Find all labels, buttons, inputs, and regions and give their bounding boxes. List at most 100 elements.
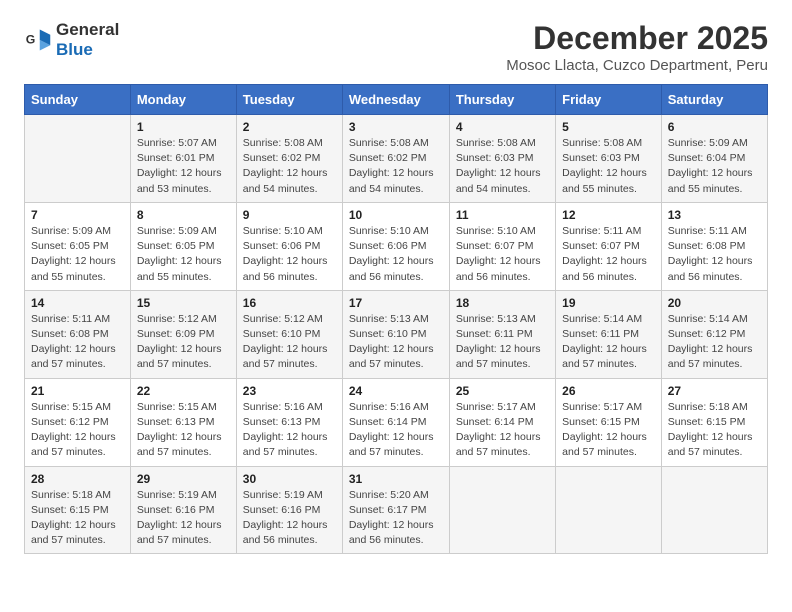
- day-info: Sunrise: 5:10 AMSunset: 6:06 PMDaylight:…: [349, 224, 443, 285]
- logo-blue: Blue: [56, 40, 93, 59]
- calendar-cell: 19 Sunrise: 5:14 AMSunset: 6:11 PMDayligh…: [556, 290, 662, 378]
- day-number: 20: [668, 296, 761, 310]
- calendar-cell: 6 Sunrise: 5:09 AMSunset: 6:04 PMDaylight…: [661, 115, 767, 203]
- calendar-cell: [449, 466, 555, 554]
- day-info: Sunrise: 5:19 AMSunset: 6:16 PMDaylight:…: [137, 488, 230, 549]
- day-number: 31: [349, 472, 443, 486]
- day-number: 15: [137, 296, 230, 310]
- day-info: Sunrise: 5:14 AMSunset: 6:11 PMDaylight:…: [562, 312, 655, 373]
- day-info: Sunrise: 5:11 AMSunset: 6:08 PMDaylight:…: [668, 224, 761, 285]
- day-number: 21: [31, 384, 124, 398]
- calendar-cell: 2 Sunrise: 5:08 AMSunset: 6:02 PMDaylight…: [236, 115, 342, 203]
- day-info: Sunrise: 5:15 AMSunset: 6:12 PMDaylight:…: [31, 400, 124, 461]
- day-number: 17: [349, 296, 443, 310]
- calendar-week-2: 7 Sunrise: 5:09 AMSunset: 6:05 PMDaylight…: [25, 202, 768, 290]
- calendar-cell: 18Sunrise: 5:13 AMSunset: 6:11 PMDayligh…: [449, 290, 555, 378]
- day-info: Sunrise: 5:18 AMSunset: 6:15 PMDaylight:…: [31, 488, 124, 549]
- header-day-monday: Monday: [130, 85, 236, 115]
- subtitle: Mosoc Llacta, Cuzco Department, Peru: [506, 57, 768, 74]
- calendar-week-5: 28 Sunrise: 5:18 AMSunset: 6:15 PMDayligh…: [25, 466, 768, 554]
- day-number: 26: [562, 384, 655, 398]
- header-day-friday: Friday: [556, 85, 662, 115]
- calendar-cell: 26 Sunrise: 5:17 AMSunset: 6:15 PMDayligh…: [556, 378, 662, 466]
- day-number: 4: [456, 120, 549, 134]
- calendar-cell: [25, 115, 131, 203]
- svg-text:G: G: [26, 33, 36, 47]
- day-number: 19: [562, 296, 655, 310]
- calendar-cell: 15 Sunrise: 5:12 AMSunset: 6:09 PMDayligh…: [130, 290, 236, 378]
- day-info: Sunrise: 5:10 AMSunset: 6:07 PMDaylight:…: [456, 224, 549, 285]
- day-info: Sunrise: 5:08 AMSunset: 6:02 PMDaylight:…: [243, 136, 336, 197]
- calendar-cell: 8Sunrise: 5:09 AMSunset: 6:05 PMDaylight…: [130, 202, 236, 290]
- calendar-header-row: SundayMondayTuesdayWednesdayThursdayFrid…: [25, 85, 768, 115]
- day-number: 9: [243, 208, 336, 222]
- day-number: 8: [137, 208, 230, 222]
- day-info: Sunrise: 5:12 AMSunset: 6:10 PMDaylight:…: [243, 312, 336, 373]
- calendar-cell: 5Sunrise: 5:08 AMSunset: 6:03 PMDaylight…: [556, 115, 662, 203]
- day-number: 1: [137, 120, 230, 134]
- day-info: Sunrise: 5:09 AMSunset: 6:04 PMDaylight:…: [668, 136, 761, 197]
- calendar-cell: 11Sunrise: 5:10 AMSunset: 6:07 PMDayligh…: [449, 202, 555, 290]
- day-number: 25: [456, 384, 549, 398]
- calendar-cell: 25Sunrise: 5:17 AMSunset: 6:14 PMDayligh…: [449, 378, 555, 466]
- day-info: Sunrise: 5:20 AMSunset: 6:17 PMDaylight:…: [349, 488, 443, 549]
- day-number: 6: [668, 120, 761, 134]
- calendar-cell: 10 Sunrise: 5:10 AMSunset: 6:06 PMDayligh…: [342, 202, 449, 290]
- calendar-cell: 29 Sunrise: 5:19 AMSunset: 6:16 PMDayligh…: [130, 466, 236, 554]
- day-info: Sunrise: 5:12 AMSunset: 6:09 PMDaylight:…: [137, 312, 230, 373]
- day-info: Sunrise: 5:09 AMSunset: 6:05 PMDaylight:…: [31, 224, 124, 285]
- day-info: Sunrise: 5:14 AMSunset: 6:12 PMDaylight:…: [668, 312, 761, 373]
- day-info: Sunrise: 5:16 AMSunset: 6:14 PMDaylight:…: [349, 400, 443, 461]
- day-info: Sunrise: 5:18 AMSunset: 6:15 PMDaylight:…: [668, 400, 761, 461]
- day-info: Sunrise: 5:08 AMSunset: 6:02 PMDaylight:…: [349, 136, 443, 197]
- header-day-wednesday: Wednesday: [342, 85, 449, 115]
- calendar-table: SundayMondayTuesdayWednesdayThursdayFrid…: [24, 84, 768, 554]
- day-number: 10: [349, 208, 443, 222]
- day-info: Sunrise: 5:08 AMSunset: 6:03 PMDaylight:…: [562, 136, 655, 197]
- day-number: 29: [137, 472, 230, 486]
- calendar-cell: 24Sunrise: 5:16 AMSunset: 6:14 PMDayligh…: [342, 378, 449, 466]
- day-info: Sunrise: 5:19 AMSunset: 6:16 PMDaylight:…: [243, 488, 336, 549]
- title-area: December 2025 Mosoc Llacta, Cuzco Depart…: [506, 20, 768, 74]
- logo-icon: G: [24, 26, 52, 54]
- calendar-cell: 27 Sunrise: 5:18 AMSunset: 6:15 PMDayligh…: [661, 378, 767, 466]
- day-number: 2: [243, 120, 336, 134]
- calendar-week-1: 1 Sunrise: 5:07 AMSunset: 6:01 PMDaylight…: [25, 115, 768, 203]
- day-info: Sunrise: 5:07 AMSunset: 6:01 PMDaylight:…: [137, 136, 230, 197]
- header-day-thursday: Thursday: [449, 85, 555, 115]
- day-number: 3: [349, 120, 443, 134]
- day-info: Sunrise: 5:17 AMSunset: 6:15 PMDaylight:…: [562, 400, 655, 461]
- day-number: 30: [243, 472, 336, 486]
- calendar-cell: 13 Sunrise: 5:11 AMSunset: 6:08 PMDayligh…: [661, 202, 767, 290]
- calendar-week-3: 14 Sunrise: 5:11 AMSunset: 6:08 PMDayligh…: [25, 290, 768, 378]
- calendar-cell: 12Sunrise: 5:11 AMSunset: 6:07 PMDayligh…: [556, 202, 662, 290]
- day-number: 7: [31, 208, 124, 222]
- day-number: 28: [31, 472, 124, 486]
- calendar-cell: 17Sunrise: 5:13 AMSunset: 6:10 PMDayligh…: [342, 290, 449, 378]
- calendar-cell: 4 Sunrise: 5:08 AMSunset: 6:03 PMDaylight…: [449, 115, 555, 203]
- day-info: Sunrise: 5:08 AMSunset: 6:03 PMDaylight:…: [456, 136, 549, 197]
- header-day-tuesday: Tuesday: [236, 85, 342, 115]
- logo: G General Blue: [24, 20, 119, 60]
- day-number: 13: [668, 208, 761, 222]
- calendar-cell: 7 Sunrise: 5:09 AMSunset: 6:05 PMDaylight…: [25, 202, 131, 290]
- calendar-cell: 1 Sunrise: 5:07 AMSunset: 6:01 PMDaylight…: [130, 115, 236, 203]
- logo-general: General: [56, 20, 119, 39]
- calendar-cell: 3 Sunrise: 5:08 AMSunset: 6:02 PMDaylight…: [342, 115, 449, 203]
- header: G General Blue December 2025 Mosoc Llact…: [24, 20, 768, 74]
- calendar-cell: [556, 466, 662, 554]
- calendar-cell: 22Sunrise: 5:15 AMSunset: 6:13 PMDayligh…: [130, 378, 236, 466]
- day-info: Sunrise: 5:16 AMSunset: 6:13 PMDaylight:…: [243, 400, 336, 461]
- calendar-cell: 31 Sunrise: 5:20 AMSunset: 6:17 PMDayligh…: [342, 466, 449, 554]
- calendar-cell: 20 Sunrise: 5:14 AMSunset: 6:12 PMDayligh…: [661, 290, 767, 378]
- day-number: 27: [668, 384, 761, 398]
- calendar-cell: 21 Sunrise: 5:15 AMSunset: 6:12 PMDayligh…: [25, 378, 131, 466]
- calendar-cell: 28 Sunrise: 5:18 AMSunset: 6:15 PMDayligh…: [25, 466, 131, 554]
- day-number: 14: [31, 296, 124, 310]
- day-number: 18: [456, 296, 549, 310]
- day-info: Sunrise: 5:11 AMSunset: 6:08 PMDaylight:…: [31, 312, 124, 373]
- day-number: 16: [243, 296, 336, 310]
- calendar-cell: 14 Sunrise: 5:11 AMSunset: 6:08 PMDayligh…: [25, 290, 131, 378]
- day-info: Sunrise: 5:11 AMSunset: 6:07 PMDaylight:…: [562, 224, 655, 285]
- header-day-saturday: Saturday: [661, 85, 767, 115]
